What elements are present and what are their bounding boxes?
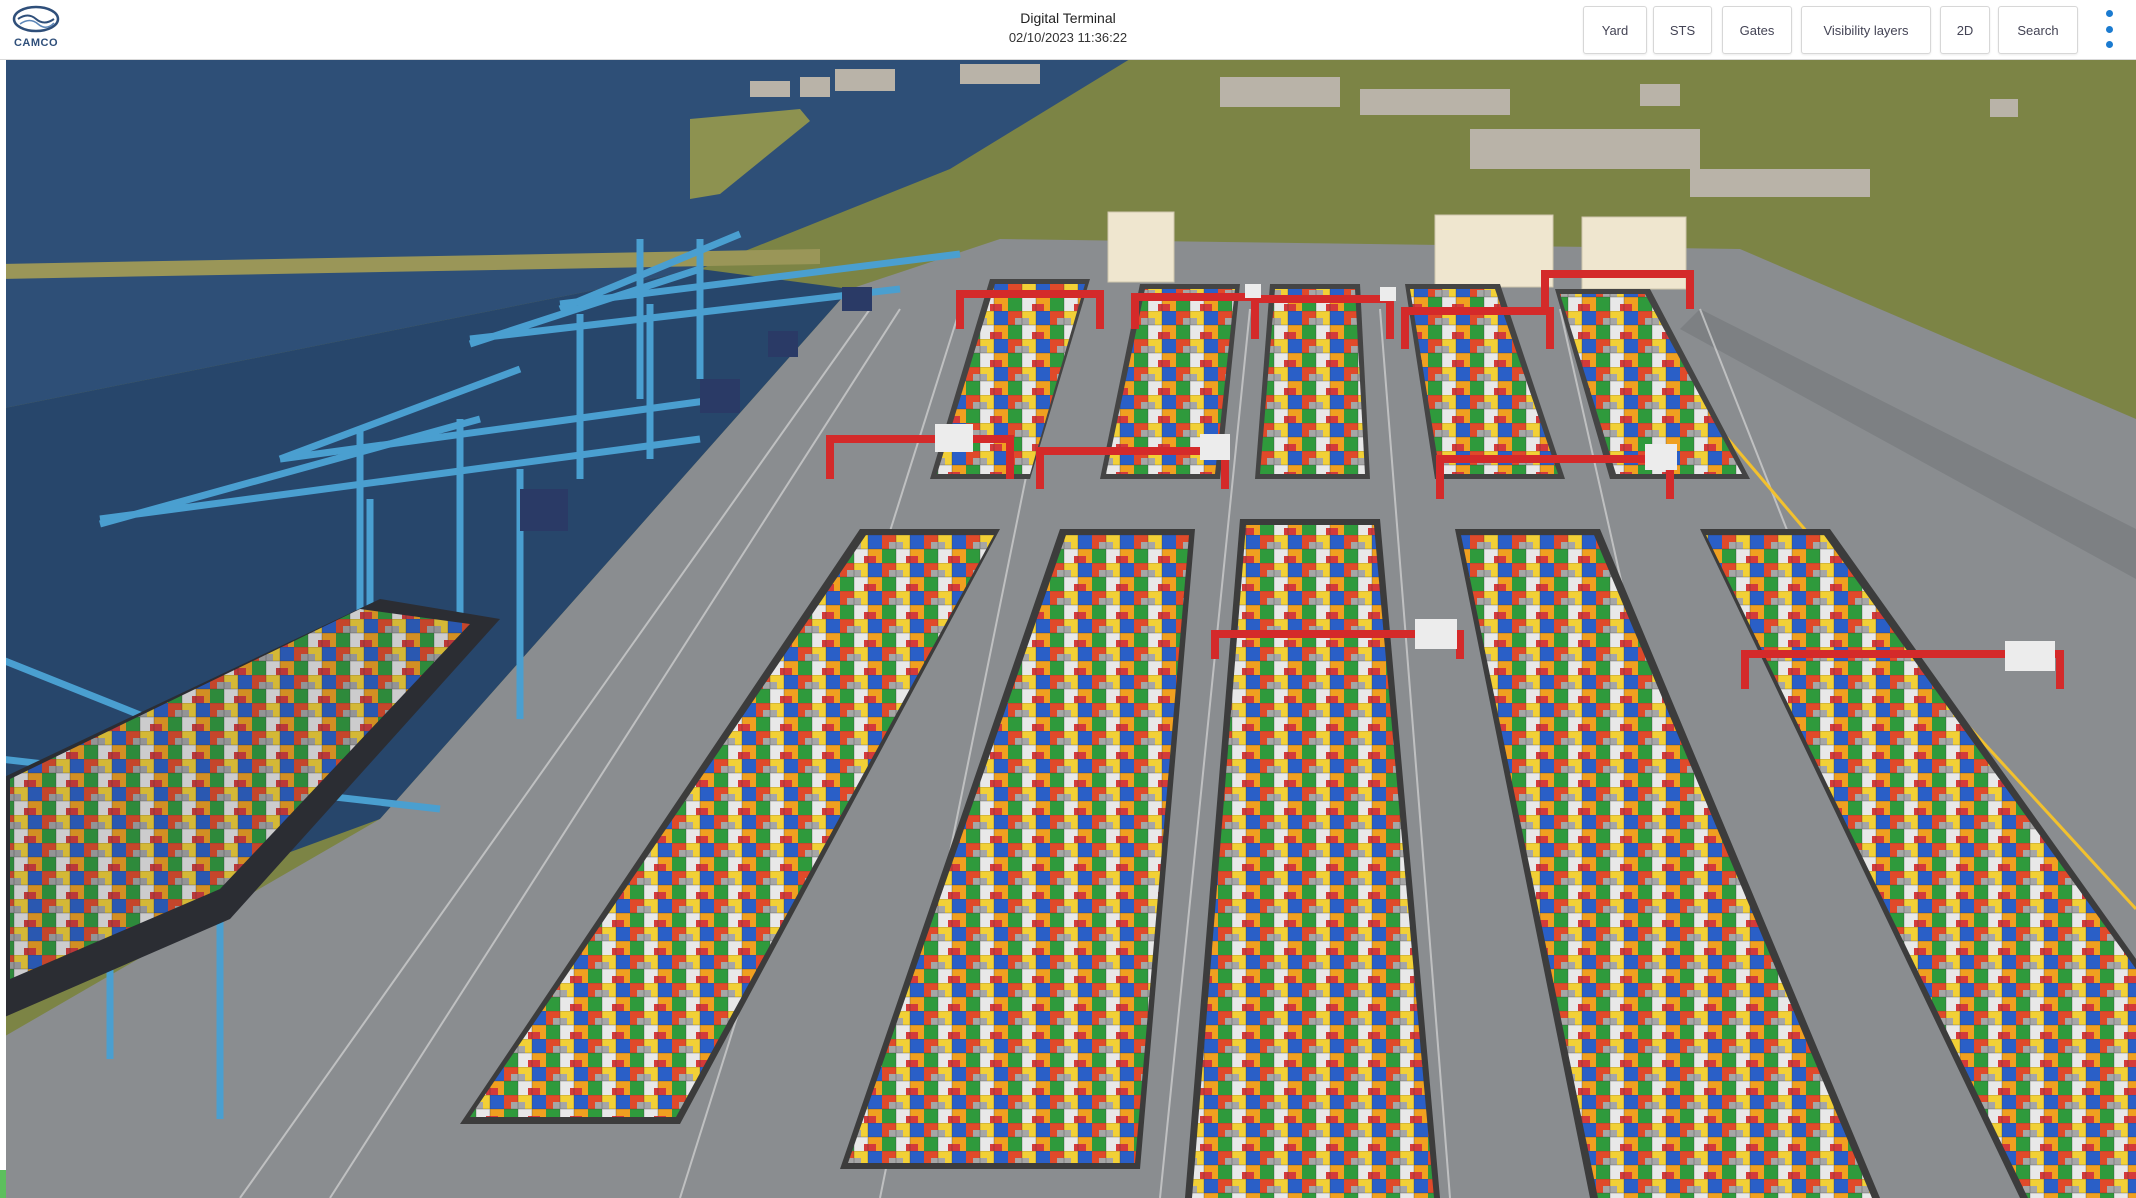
camco-logo[interactable]: CAMCO (8, 4, 64, 54)
green-edge-tab[interactable] (0, 1170, 6, 1198)
terminal-3d-view[interactable] (0, 59, 2136, 1198)
gates-button[interactable]: Gates (1722, 6, 1792, 54)
camco-logo-icon (12, 5, 60, 33)
search-button[interactable]: Search (1998, 6, 2078, 54)
view-2d-button[interactable]: 2D (1940, 6, 1990, 54)
sts-button[interactable]: STS (1653, 6, 1712, 54)
yard-button[interactable]: Yard (1583, 6, 1647, 54)
datetime-display: 02/10/2023 11:36:22 (1008, 30, 1128, 45)
title-block: Digital Terminal 02/10/2023 11:36:22 (968, 8, 1168, 48)
page-title: Digital Terminal (1020, 10, 1116, 26)
visibility-layers-button[interactable]: Visibility layers (1801, 6, 1931, 54)
container-block-3 (1255, 284, 1370, 479)
kebab-menu-icon[interactable] (2102, 10, 2116, 48)
left-edge-strip (0, 59, 6, 1198)
top-bar: CAMCO Digital Terminal 02/10/2023 11:36:… (0, 0, 2136, 60)
logo-text: CAMCO (13, 37, 59, 49)
